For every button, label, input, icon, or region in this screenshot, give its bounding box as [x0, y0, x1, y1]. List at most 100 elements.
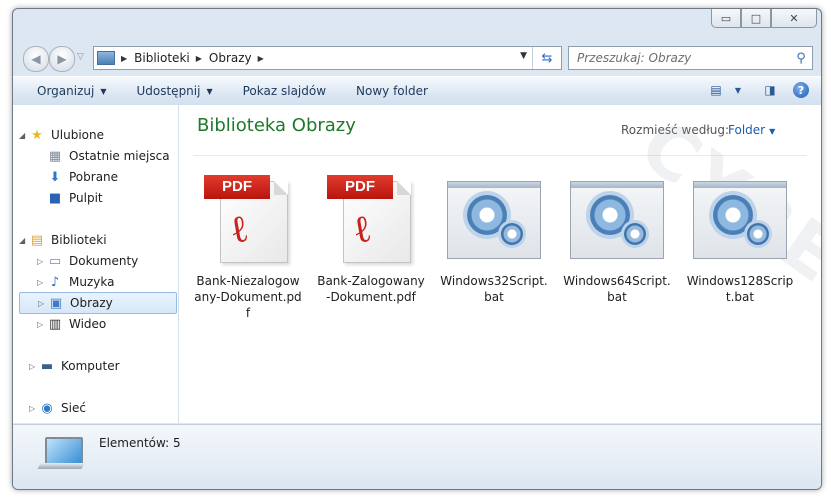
- breadcrumb-separator-icon[interactable]: ▶: [196, 54, 202, 63]
- expand-arrow-icon[interactable]: ▷: [37, 257, 47, 266]
- view-options-dropdown-icon[interactable]: ▼: [729, 81, 747, 99]
- new-folder-button[interactable]: Nowy folder: [356, 84, 428, 98]
- back-arrow-icon: ◀: [31, 52, 41, 66]
- file-name: Windows64Script.bat: [563, 274, 671, 304]
- nav-downloads-label: Pobrane: [69, 170, 119, 184]
- maximize-button[interactable]: □: [741, 9, 771, 28]
- script-window-bar: [694, 182, 786, 188]
- file-list-pane: Biblioteka Obrazy Rozmieść według: Folde…: [179, 103, 821, 489]
- nav-favorites[interactable]: ◢ ★ Ulubione: [19, 125, 104, 145]
- slideshow-button[interactable]: Pokaz slajdów: [243, 84, 326, 98]
- nav-documents-label: Dokumenty: [69, 254, 139, 268]
- nav-video-label: Wideo: [69, 317, 107, 331]
- script-window-bar: [571, 182, 663, 188]
- gear-icon: [747, 223, 769, 245]
- refresh-button[interactable]: ⇆: [532, 47, 561, 69]
- base-shape: [37, 463, 85, 469]
- arrange-by-dropdown[interactable]: Folder ▼: [728, 123, 775, 137]
- batch-script-icon: [693, 181, 787, 259]
- file-item[interactable]: Windows128Script.bat: [685, 175, 795, 305]
- share-label: Udostępnij: [136, 84, 201, 98]
- nav-computer[interactable]: ▷ ▬ Komputer: [29, 356, 120, 376]
- music-icon: ♪: [50, 274, 60, 290]
- nav-desktop[interactable]: ■ Pulpit: [47, 188, 103, 208]
- collapse-arrow-icon[interactable]: ◢: [19, 236, 29, 245]
- nav-documents[interactable]: ▷ ▭ Dokumenty: [37, 251, 138, 271]
- chevron-down-icon: ▼: [206, 86, 213, 96]
- breadcrumb-libraries[interactable]: Biblioteki: [134, 51, 190, 65]
- nav-libraries[interactable]: ◢ ▤ Biblioteki: [19, 230, 107, 250]
- help-icon[interactable]: ?: [793, 82, 809, 98]
- nav-video[interactable]: ▷ ▥ Wideo: [37, 314, 106, 334]
- gear-icon: [501, 223, 523, 245]
- explorer-window: ▭ □ ✕ ◀ ▶ ▽ ▶ Biblioteki ▶ Obrazy ▶ ▼ ⇆ …: [12, 8, 822, 490]
- nav-desktop-label: Pulpit: [69, 191, 103, 205]
- nav-music[interactable]: ▷ ♪ Muzyka: [37, 272, 114, 292]
- expand-arrow-icon[interactable]: ▷: [29, 404, 39, 413]
- caption-buttons: ▭ □ ✕: [711, 9, 817, 28]
- refresh-icon: ⇆: [541, 50, 553, 66]
- arrange-by-value: Folder: [728, 123, 766, 137]
- nav-computer-label: Komputer: [61, 359, 120, 373]
- arrange-by-label: Rozmieść według:: [621, 123, 729, 137]
- pdf-tag: PDF: [204, 175, 270, 199]
- navigation-pane: ◢ ★ Ulubione ▦ Ostatnie miejsca ⬇ Pobran…: [13, 105, 179, 423]
- expand-arrow-icon[interactable]: ▷: [38, 299, 48, 308]
- gear-icon: [624, 223, 646, 245]
- screen-shape: [45, 437, 83, 465]
- nav-libraries-label: Biblioteki: [51, 233, 107, 247]
- close-button[interactable]: ✕: [771, 9, 817, 28]
- change-view-icon[interactable]: ▤: [707, 81, 725, 99]
- divider: [193, 155, 807, 156]
- forward-arrow-icon: ▶: [57, 52, 67, 66]
- organize-label: Organizuj: [37, 84, 95, 98]
- file-item[interactable]: Windows32Script.bat: [439, 175, 549, 305]
- search-box[interactable]: Przeszukaj: Obrazy ⚲: [568, 46, 813, 70]
- file-item[interactable]: PDF ℓ Bank-Zalogowany-Dokument.pdf: [316, 175, 426, 305]
- desktop-icon: ■: [48, 190, 62, 206]
- nav-recent-places[interactable]: ▦ Ostatnie miejsca: [47, 146, 170, 166]
- batch-script-icon: [447, 181, 541, 259]
- breadcrumb-separator-icon[interactable]: ▶: [258, 54, 264, 63]
- item-count: Elementów: 5: [99, 436, 181, 450]
- expand-arrow-icon[interactable]: ▷: [29, 362, 39, 371]
- minimize-button[interactable]: ▭: [711, 9, 741, 28]
- expand-arrow-icon[interactable]: ▷: [37, 278, 47, 287]
- library-icon: [97, 51, 115, 65]
- new-folder-label: Nowy folder: [356, 84, 428, 98]
- batch-script-icon: [570, 181, 664, 259]
- forward-button[interactable]: ▶: [49, 46, 75, 72]
- search-input[interactable]: Przeszukaj: Obrazy: [577, 51, 790, 65]
- search-icon[interactable]: ⚲: [790, 51, 812, 66]
- collapse-arrow-icon[interactable]: ◢: [19, 131, 29, 140]
- nav-network[interactable]: ▷ ◉ Sieć: [29, 398, 86, 418]
- share-button[interactable]: Udostępnij ▼: [136, 84, 212, 98]
- toolbar-right: ▤ ▼ ◨ ?: [707, 81, 809, 99]
- library-pictures-icon: [37, 437, 85, 471]
- command-bar: Organizuj ▼ Udostępnij ▼ Pokaz slajdów Now…: [13, 76, 821, 106]
- nav-pictures[interactable]: ▷ ▣ Obrazy: [19, 292, 177, 314]
- address-dropdown-icon[interactable]: ▼: [520, 51, 527, 61]
- recent-pages-dropdown-icon[interactable]: ▽: [77, 52, 84, 62]
- file-item[interactable]: Windows64Script.bat: [562, 175, 672, 305]
- file-item[interactable]: PDF ℓ Bank-Niezalogowany-Dokument.pdf: [193, 175, 303, 321]
- pdf-file-icon: PDF ℓ: [202, 175, 294, 263]
- pdf-tag: PDF: [327, 175, 393, 199]
- chevron-down-icon: ▼: [769, 127, 776, 136]
- computer-icon: ▬: [40, 358, 54, 374]
- address-bar[interactable]: ▶ Biblioteki ▶ Obrazy ▶ ▼ ⇆: [93, 46, 562, 70]
- downloads-icon: ⬇: [49, 169, 61, 185]
- breadcrumb-pictures[interactable]: Obrazy: [209, 51, 252, 65]
- expand-arrow-icon[interactable]: ▷: [37, 320, 47, 329]
- back-button[interactable]: ◀: [23, 46, 49, 72]
- file-name: Windows32Script.bat: [440, 274, 548, 304]
- preview-pane-icon[interactable]: ◨: [761, 81, 779, 99]
- nav-network-label: Sieć: [61, 401, 86, 415]
- nav-downloads[interactable]: ⬇ Pobrane: [47, 167, 119, 187]
- pictures-icon: ▣: [49, 295, 63, 311]
- breadcrumb-separator-icon[interactable]: ▶: [121, 54, 127, 63]
- script-window-bar: [448, 182, 540, 188]
- organize-button[interactable]: Organizuj ▼: [37, 84, 106, 98]
- nav-music-label: Muzyka: [69, 275, 115, 289]
- file-name: Bank-Zalogowany-Dokument.pdf: [317, 274, 425, 304]
